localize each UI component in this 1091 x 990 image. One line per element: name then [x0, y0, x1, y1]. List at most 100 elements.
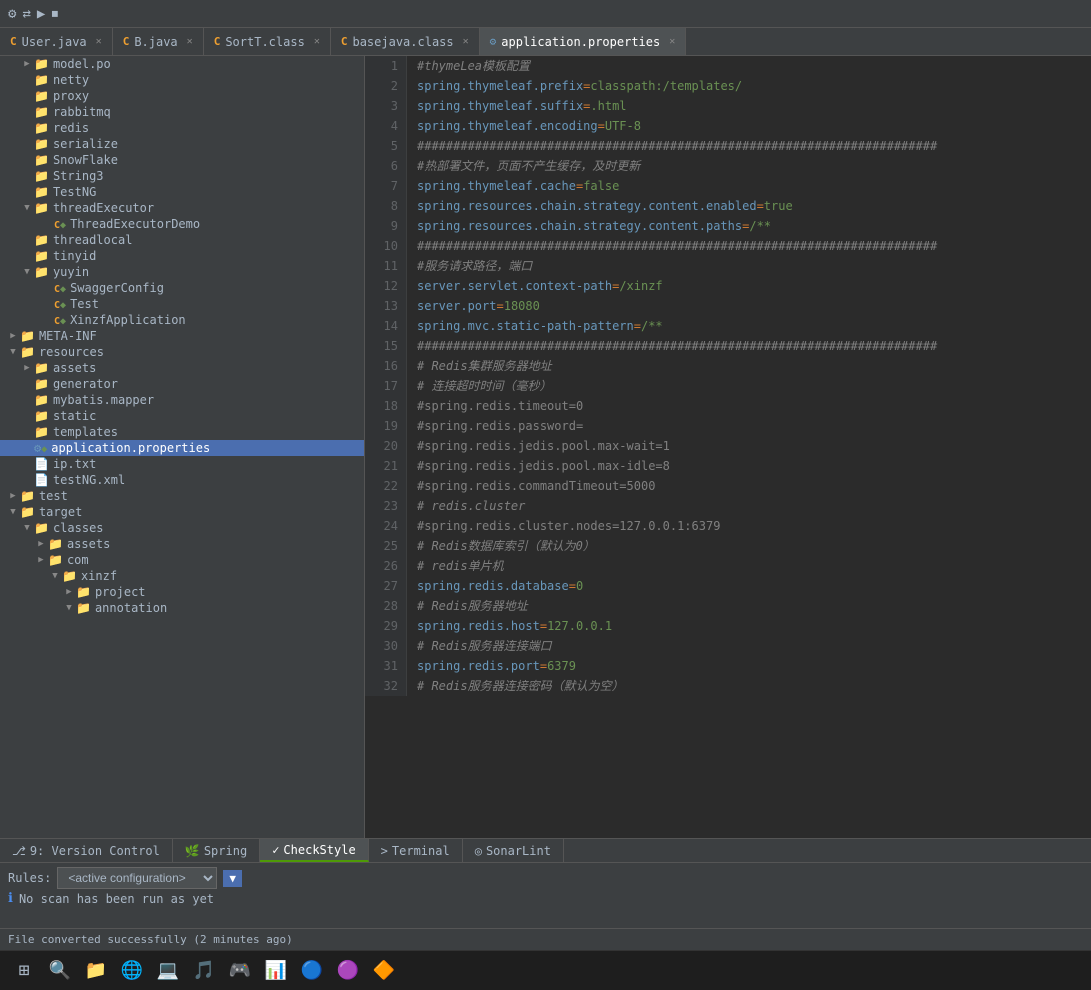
line-content[interactable]: ########################################… [407, 136, 937, 156]
line-content[interactable]: # Redis数据库索引（默认为0） [407, 536, 595, 556]
tree-item-com[interactable]: ▶📁com [0, 552, 364, 568]
taskbar-icon-5[interactable]: 🎵 [188, 955, 220, 987]
taskbar-icon-9[interactable]: 🟣 [332, 955, 364, 987]
line-content[interactable]: #thymeLea模板配置 [407, 56, 530, 76]
tree-item-testng[interactable]: 📁TestNG [0, 184, 364, 200]
tree-item-project[interactable]: ▶📁project [0, 584, 364, 600]
tree-item-serialize[interactable]: 📁serialize [0, 136, 364, 152]
line-content[interactable]: # Redis集群服务器地址 [407, 356, 552, 376]
line-content[interactable]: #spring.redis.jedis.pool.max-idle=8 [407, 456, 670, 476]
line-content[interactable]: spring.resources.chain.strategy.content.… [407, 216, 771, 236]
tree-item-proxy[interactable]: 📁proxy [0, 88, 364, 104]
taskbar-icon-1[interactable]: 🔍 [44, 955, 76, 987]
stop-icon[interactable]: ⏹ [51, 6, 58, 22]
tree-item-yuyin[interactable]: ▼📁yuyin [0, 264, 364, 280]
bottom-tab-checkstyle[interactable]: ✓CheckStyle [260, 839, 368, 862]
tree-item-swaggerconfig[interactable]: C◆SwaggerConfig [0, 280, 364, 296]
line-content[interactable]: server.servlet.context-path=/xinzf [407, 276, 663, 296]
line-content[interactable]: #spring.redis.timeout=0 [407, 396, 583, 416]
line-content[interactable]: spring.thymeleaf.cache=false [407, 176, 619, 196]
line-content[interactable]: # redis.cluster [407, 496, 525, 516]
tree-item-threadlocal[interactable]: 📁threadlocal [0, 232, 364, 248]
tree-item-templates[interactable]: 📁templates [0, 424, 364, 440]
bottom-tab-terminal[interactable]: >Terminal [369, 839, 463, 862]
tree-item-model-po[interactable]: ▶📁model.po [0, 56, 364, 72]
taskbar-icon-6[interactable]: 🎮 [224, 955, 256, 987]
line-content[interactable]: #spring.redis.jedis.pool.max-wait=1 [407, 436, 670, 456]
tab-b-java[interactable]: CB.java✕ [113, 28, 204, 55]
tree-arrow: ▼ [20, 203, 34, 213]
line-content[interactable]: server.port=18080 [407, 296, 540, 316]
sync-icon[interactable]: ⇄ [22, 6, 30, 22]
bottom-tab-sonarlint[interactable]: ◎SonarLint [463, 839, 564, 862]
line-content[interactable]: #spring.redis.commandTimeout=5000 [407, 476, 655, 496]
line-content[interactable]: #spring.redis.cluster.nodes=127.0.0.1:63… [407, 516, 720, 536]
dropdown-arrow-icon[interactable]: ▼ [223, 870, 242, 887]
tree-item-ip-txt[interactable]: 📄ip.txt [0, 456, 364, 472]
line-content[interactable]: spring.redis.database=0 [407, 576, 583, 596]
bottom-tab-version-control[interactable]: ⎇9: Version Control [0, 839, 173, 862]
line-content[interactable]: #服务请求路径，端口 [407, 256, 532, 276]
tab-application-properties[interactable]: ⚙application.properties✕ [480, 28, 687, 55]
line-content[interactable]: # redis单片机 [407, 556, 504, 576]
line-content[interactable]: spring.redis.host=127.0.0.1 [407, 616, 612, 636]
tree-item-classes[interactable]: ▼📁classes [0, 520, 364, 536]
line-content[interactable]: # Redis服务器地址 [407, 596, 528, 616]
line-content[interactable]: spring.redis.port=6379 [407, 656, 576, 676]
tree-item-rabbitmq[interactable]: 📁rabbitmq [0, 104, 364, 120]
tree-item-label: rabbitmq [53, 105, 111, 119]
tab-basejava-class[interactable]: Cbasejava.class✕ [331, 28, 480, 55]
tree-item-annotation[interactable]: ▼📁annotation [0, 600, 364, 616]
tree-item-tinyid[interactable]: 📁tinyid [0, 248, 364, 264]
rules-dropdown[interactable]: <active configuration> [57, 867, 217, 889]
line-content[interactable]: # Redis服务器连接端口 [407, 636, 552, 656]
tree-item-static[interactable]: 📁static [0, 408, 364, 424]
taskbar-icon-8[interactable]: 🔵 [296, 955, 328, 987]
line-content[interactable]: spring.thymeleaf.prefix=classpath:/templ… [407, 76, 742, 96]
toolbar: ⚙ ⇄ ▶ ⏹ [0, 0, 1091, 28]
tree-item-threadexecutor[interactable]: ▼📁threadExecutor [0, 200, 364, 216]
tree-item-testng-xml[interactable]: 📄testNG.xml [0, 472, 364, 488]
tree-item-application-properties[interactable]: ⚙◆application.properties [0, 440, 364, 456]
line-content[interactable]: spring.mvc.static-path-pattern=/** [407, 316, 663, 336]
taskbar-icon-10[interactable]: 🔶 [368, 955, 400, 987]
tree-item-meta-inf[interactable]: ▶📁META-INF [0, 328, 364, 344]
tree-item-assets[interactable]: ▶📁assets [0, 360, 364, 376]
tree-item-test[interactable]: ▶📁test [0, 488, 364, 504]
tree-item-mybatis-mapper[interactable]: 📁mybatis.mapper [0, 392, 364, 408]
tree-item-redis[interactable]: 📁redis [0, 120, 364, 136]
tree-item-generator[interactable]: 📁generator [0, 376, 364, 392]
tree-item-test[interactable]: C◆Test [0, 296, 364, 312]
line-content[interactable]: spring.resources.chain.strategy.content.… [407, 196, 793, 216]
line-content[interactable]: #spring.redis.password= [407, 416, 583, 436]
line-content[interactable]: # Redis服务器连接密码（默认为空） [407, 676, 624, 696]
line-content[interactable]: spring.thymeleaf.encoding=UTF-8 [407, 116, 641, 136]
taskbar-icon-7[interactable]: 📊 [260, 955, 292, 987]
tab-user-java[interactable]: CUser.java✕ [0, 28, 113, 55]
line-content[interactable]: #热部署文件，页面不产生缓存，及时更新 [407, 156, 640, 176]
tree-item-netty[interactable]: 📁netty [0, 72, 364, 88]
line-content[interactable]: # 连接超时时间（毫秒） [407, 376, 551, 396]
code-editor[interactable]: 1#thymeLea模板配置2spring.thymeleaf.prefix=c… [365, 56, 1091, 838]
settings-icon[interactable]: ⚙ [8, 6, 16, 22]
run-icon[interactable]: ▶ [37, 6, 45, 22]
line-content[interactable]: ########################################… [407, 236, 937, 256]
line-content[interactable]: ########################################… [407, 336, 937, 356]
tree-item-threadexecutordemo[interactable]: C◆ThreadExecutorDemo [0, 216, 364, 232]
tree-item-snowflake[interactable]: 📁SnowFlake [0, 152, 364, 168]
taskbar-icon-4[interactable]: 💻 [152, 955, 184, 987]
code-line-31: 31spring.redis.port=6379 [365, 656, 1091, 676]
line-content[interactable]: spring.thymeleaf.suffix=.html [407, 96, 627, 116]
bottom-tab-spring[interactable]: 🌿Spring [173, 839, 260, 862]
tree-item-xinzfapplication[interactable]: C◆XinzfApplication [0, 312, 364, 328]
tree-item-string3[interactable]: 📁String3 [0, 168, 364, 184]
tab-sortt-class[interactable]: CSortT.class✕ [204, 28, 331, 55]
taskbar-icon-3[interactable]: 🌐 [116, 955, 148, 987]
tree-item-xinzf[interactable]: ▼📁xinzf [0, 568, 364, 584]
tree-item-assets[interactable]: ▶📁assets [0, 536, 364, 552]
taskbar-icon-0[interactable]: ⊞ [8, 955, 40, 987]
taskbar-icon-2[interactable]: 📁 [80, 955, 112, 987]
code-line-11: 11#服务请求路径，端口 [365, 256, 1091, 276]
tree-item-resources[interactable]: ▼📁resources [0, 344, 364, 360]
tree-item-target[interactable]: ▼📁target [0, 504, 364, 520]
